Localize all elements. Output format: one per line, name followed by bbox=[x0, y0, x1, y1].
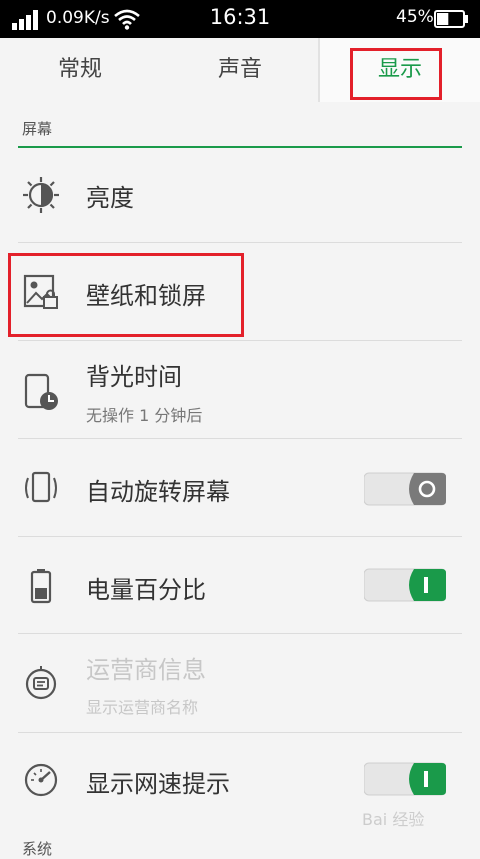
battery-percent-text: 45% bbox=[396, 7, 434, 27]
setting-title: 运营商信息 bbox=[86, 656, 206, 684]
setting-subtitle: 无操作 1 分钟后 bbox=[86, 406, 203, 425]
section-header-system: 系统 bbox=[22, 840, 53, 858]
speedometer-icon bbox=[24, 763, 58, 797]
backlight-timer-icon bbox=[24, 373, 58, 410]
battery-percent-icon bbox=[30, 569, 52, 604]
toggle-switch-on[interactable] bbox=[364, 761, 446, 797]
setting-subtitle: 显示运营商名称 bbox=[86, 698, 199, 717]
wallpaper-highlight-box bbox=[8, 253, 244, 337]
setting-title: 亮度 bbox=[86, 184, 134, 212]
setting-auto-rotate[interactable]: 自动旋转屏幕 bbox=[0, 439, 480, 536]
carrier-info-icon bbox=[25, 666, 57, 700]
setting-carrier-info: 运营商信息 显示运营商名称 bbox=[0, 634, 480, 732]
auto-rotate-icon bbox=[25, 471, 57, 503]
setting-backlight-time[interactable]: 背光时间 无操作 1 分钟后 bbox=[0, 341, 480, 438]
setting-title: 背光时间 bbox=[86, 363, 182, 391]
setting-battery-percentage[interactable]: 电量百分比 bbox=[0, 537, 480, 633]
setting-title: 显示网速提示 bbox=[86, 770, 230, 798]
toggle-switch-off[interactable] bbox=[364, 471, 446, 507]
section-header-screen: 屏幕 bbox=[22, 120, 53, 138]
tab-sound[interactable]: 声音 bbox=[160, 38, 320, 102]
tab-display-highlight-box bbox=[350, 48, 442, 100]
toggle-switch-on[interactable] bbox=[364, 567, 446, 603]
tab-general[interactable]: 常规 bbox=[0, 38, 160, 102]
watermark: Bai 经验 bbox=[362, 810, 425, 829]
setting-title: 自动旋转屏幕 bbox=[86, 478, 230, 506]
battery-icon bbox=[434, 10, 468, 28]
brightness-icon bbox=[23, 177, 59, 213]
setting-title: 电量百分比 bbox=[86, 576, 206, 604]
setting-brightness[interactable]: 亮度 bbox=[0, 148, 480, 242]
status-bar: 0.09K/s 16:31 45% bbox=[0, 0, 480, 38]
